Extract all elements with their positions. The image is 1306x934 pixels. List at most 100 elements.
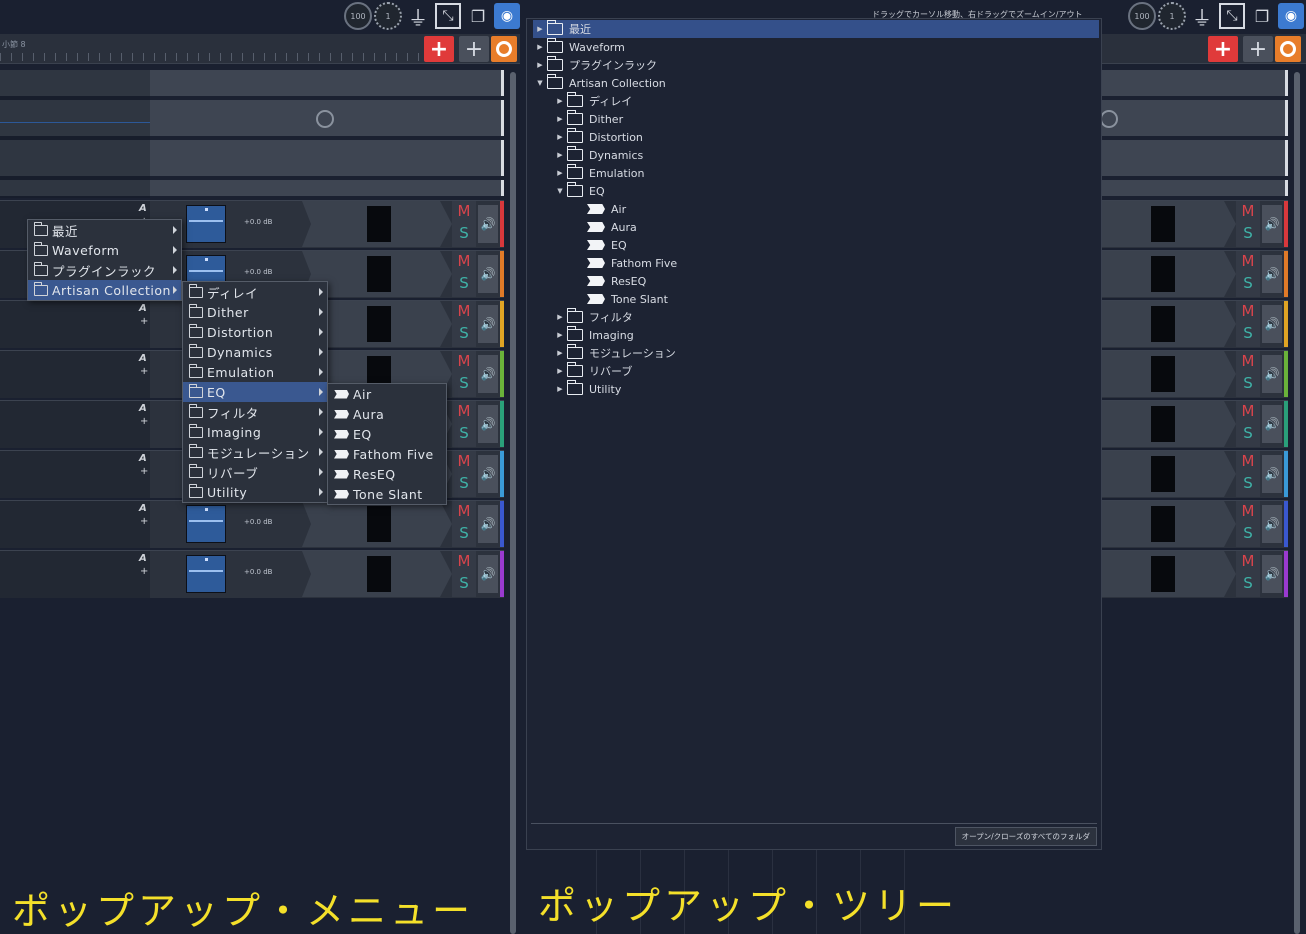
solo-button[interactable]: S <box>452 224 476 242</box>
mute-button[interactable]: M <box>452 202 476 220</box>
tree-row[interactable]: ▶ Waveform <box>533 38 625 56</box>
automation-toggle[interactable]: A <box>139 403 147 414</box>
windows-icon[interactable]: ❐ <box>1249 3 1275 29</box>
plug-icon[interactable]: ⏚ <box>1189 3 1215 30</box>
track-header[interactable] <box>0 501 150 548</box>
track-header[interactable] <box>0 551 150 598</box>
track-row[interactable]: A + +0.0 dB MS🔊 <box>0 500 504 548</box>
automation-toggle[interactable]: A <box>139 553 147 564</box>
volume-fader[interactable] <box>186 555 226 593</box>
tree-row[interactable]: ▶ 最近 <box>533 20 1099 38</box>
tree-row[interactable]: ▶ Distortion <box>553 128 643 146</box>
solo-button[interactable]: S <box>452 524 476 542</box>
menu-item[interactable]: Dither <box>183 302 327 322</box>
mute-button[interactable]: M <box>1236 452 1260 470</box>
menu-item[interactable]: Imaging <box>183 422 327 442</box>
collapsed-arrow-icon[interactable]: ▶ <box>533 25 547 33</box>
collapsed-arrow-icon[interactable]: ▶ <box>553 313 567 321</box>
menu-item[interactable]: Air <box>328 384 446 404</box>
solo-button[interactable]: S <box>452 474 476 492</box>
tree-row[interactable]: Aura <box>573 218 637 236</box>
add-track-button[interactable]: + <box>424 36 454 62</box>
menu-item[interactable]: EQ <box>183 382 327 402</box>
collapsed-arrow-icon[interactable]: ▶ <box>553 97 567 105</box>
automation-toggle[interactable]: A <box>139 203 147 214</box>
speaker-icon[interactable]: 🔊 <box>1262 355 1282 393</box>
automation-toggle[interactable]: A <box>139 453 147 464</box>
add-plugin-toggle[interactable]: + <box>140 466 148 477</box>
speaker-icon[interactable]: 🔊 <box>478 555 498 593</box>
track-row[interactable]: A + +0.0 dB MS🔊 <box>0 550 504 598</box>
eye-icon[interactable]: ◉ <box>1278 3 1304 29</box>
solo-button[interactable]: S <box>1236 274 1260 292</box>
add-track-button-right[interactable]: + <box>1208 36 1238 62</box>
speaker-icon[interactable]: 🔊 <box>1262 305 1282 343</box>
tree-row[interactable]: ▶ フィルタ <box>553 308 633 326</box>
solo-button[interactable]: S <box>1236 424 1260 442</box>
speaker-icon[interactable]: 🔊 <box>1262 405 1282 443</box>
mute-button[interactable]: M <box>452 402 476 420</box>
speaker-icon[interactable]: 🔊 <box>1262 555 1282 593</box>
solo-button[interactable]: S <box>452 274 476 292</box>
collapsed-arrow-icon[interactable]: ▶ <box>533 61 547 69</box>
speaker-icon[interactable]: 🔊 <box>478 405 498 443</box>
track-header[interactable] <box>0 301 150 348</box>
tree-row[interactable]: ▶ Dynamics <box>553 146 643 164</box>
speaker-icon[interactable]: 🔊 <box>478 305 498 343</box>
menu-item[interactable]: フィルタ <box>183 402 327 422</box>
mute-button[interactable]: M <box>452 552 476 570</box>
track-header[interactable] <box>0 351 150 398</box>
timeline-ruler[interactable]: 小節 8 + + <box>0 34 520 64</box>
tree-row[interactable]: EQ <box>573 236 627 254</box>
tree-row[interactable]: ▶ Dither <box>553 110 623 128</box>
collapsed-arrow-icon[interactable]: ▶ <box>553 115 567 123</box>
menu-item[interactable]: プラグインラック <box>28 260 181 280</box>
tempo-knob[interactable]: 100 <box>344 2 372 30</box>
menu-item[interactable]: Tone Slant <box>328 484 446 504</box>
solo-button[interactable]: S <box>1236 474 1260 492</box>
collapsed-arrow-icon[interactable]: ▶ <box>553 331 567 339</box>
solo-button[interactable]: S <box>1236 574 1260 592</box>
mute-button[interactable]: M <box>1236 302 1260 320</box>
tree-row[interactable]: ▶ プラグインラック <box>533 56 657 74</box>
mute-button[interactable]: M <box>1236 202 1260 220</box>
tree-row[interactable]: ▶ リバーブ <box>553 362 632 380</box>
solo-button[interactable]: S <box>452 324 476 342</box>
plug-icon[interactable]: ⏚ <box>405 3 431 30</box>
menu-item[interactable]: EQ <box>328 424 446 444</box>
speaker-icon[interactable]: 🔊 <box>478 355 498 393</box>
mute-button[interactable]: M <box>452 302 476 320</box>
menu-item[interactable]: モジュレーション <box>183 442 327 462</box>
add-plugin-toggle[interactable]: + <box>140 566 148 577</box>
vertical-scrollbar[interactable] <box>510 72 516 934</box>
collapsed-arrow-icon[interactable]: ▶ <box>553 367 567 375</box>
track-header[interactable] <box>0 401 150 448</box>
mute-button[interactable]: M <box>452 352 476 370</box>
speaker-icon[interactable]: 🔊 <box>1262 455 1282 493</box>
collapsed-arrow-icon[interactable]: ▶ <box>553 169 567 177</box>
eye-icon[interactable]: ◉ <box>494 3 520 29</box>
resize-icon[interactable]: ⤡ <box>435 3 461 29</box>
speaker-icon[interactable]: 🔊 <box>478 205 498 243</box>
collapsed-arrow-icon[interactable]: ▶ <box>553 151 567 159</box>
menu-item[interactable]: Artisan Collection <box>28 280 181 300</box>
menu-item[interactable]: Emulation <box>183 362 327 382</box>
solo-button[interactable]: S <box>1236 324 1260 342</box>
speaker-icon[interactable]: 🔊 <box>478 255 498 293</box>
automation-toggle[interactable]: A <box>139 503 147 514</box>
tree-row[interactable]: ▶ モジュレーション <box>553 344 676 362</box>
solo-button[interactable]: S <box>452 374 476 392</box>
expanded-arrow-icon[interactable]: ▼ <box>533 79 547 87</box>
zoom-knob[interactable]: 1 <box>374 2 402 30</box>
solo-button[interactable]: S <box>1236 224 1260 242</box>
tempo-knob-right[interactable]: 100 <box>1128 2 1156 30</box>
speaker-icon[interactable]: 🔊 <box>1262 255 1282 293</box>
expanded-arrow-icon[interactable]: ▼ <box>553 187 567 195</box>
tree-row[interactable]: Tone Slant <box>573 290 668 308</box>
automation-toggle[interactable]: A <box>139 353 147 364</box>
add-folder-button-right[interactable]: + <box>1243 36 1273 62</box>
collapsed-arrow-icon[interactable]: ▶ <box>553 385 567 393</box>
solo-button[interactable]: S <box>1236 524 1260 542</box>
tree-row[interactable]: Air <box>573 200 626 218</box>
menu-item[interactable]: Waveform <box>28 240 181 260</box>
